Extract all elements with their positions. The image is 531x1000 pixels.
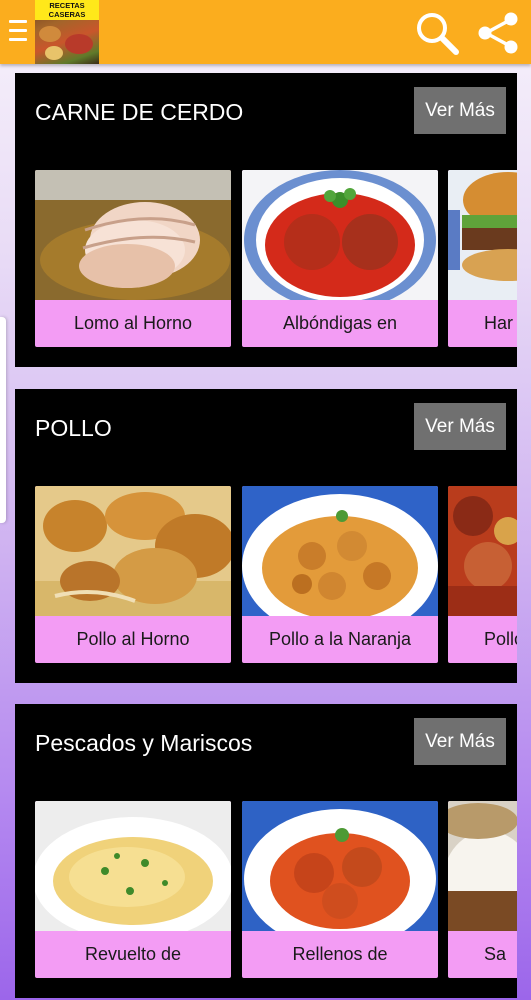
recipe-card[interactable]: Sa <box>448 801 517 978</box>
recipe-card-label: Pollo al Horno <box>76 629 190 649</box>
app-bar: RECETAS CASERAS <box>0 0 531 64</box>
navigation-drawer-handle[interactable] <box>0 317 6 523</box>
recipe-image-chicken-dish <box>448 486 517 616</box>
recipe-image-pork-loin <box>35 170 231 300</box>
recipe-card[interactable]: Pollo <box>448 486 517 663</box>
recipe-image-stuffed-dish <box>242 801 438 931</box>
recipe-card-label: Sa <box>484 944 507 964</box>
recipe-image-orange-chicken <box>242 486 438 616</box>
ver-mas-button[interactable]: Ver Más <box>414 403 506 450</box>
section-title: CARNE DE CERDO <box>35 99 244 125</box>
section-title: POLLO <box>35 415 112 441</box>
recipe-card-label: Pollo a la Naranja <box>268 629 412 649</box>
category-section-pescados-y-mariscos: Pescados y Mariscos Ver Más Revuelto de … <box>15 704 517 998</box>
app-logo: RECETAS CASERAS <box>35 0 99 64</box>
recipe-card[interactable]: Har <box>448 170 517 347</box>
hamburger-menu-icon[interactable] <box>9 20 27 44</box>
search-icon[interactable] <box>414 10 460 56</box>
recipe-card[interactable]: Pollo al Horno <box>35 486 231 663</box>
share-icon[interactable] <box>476 10 522 56</box>
recipe-card[interactable]: Lomo al Horno <box>35 170 231 347</box>
recipe-card[interactable]: Revuelto de <box>35 801 231 978</box>
recipe-image-burger <box>448 170 517 300</box>
recipe-card-label: Lomo al Horno <box>73 313 193 333</box>
recipe-card-label: Albóndigas en <box>282 313 398 333</box>
ver-mas-button[interactable]: Ver Más <box>414 87 506 134</box>
recipe-card-label: Pollo <box>484 629 517 649</box>
category-section-pollo: POLLO Ver Más Pollo al Horno Pollo a la <box>15 389 517 683</box>
recipe-card[interactable]: Pollo a la Naranja <box>242 486 438 663</box>
section-title: Pescados y Mariscos <box>35 730 253 756</box>
recipe-image-roast-chicken <box>35 486 231 616</box>
recipe-image-scrambled-eggs <box>35 801 231 931</box>
recipe-card[interactable]: Albóndigas en <box>242 170 438 347</box>
logo-text: RECETAS CASERAS <box>35 0 99 20</box>
category-section-carne-de-cerdo: CARNE DE CERDO Ver Más Lomo al Horno Alb <box>15 73 517 367</box>
recipe-image-fish-dish <box>448 801 517 931</box>
recipe-card[interactable]: Rellenos de <box>242 801 438 978</box>
recipe-card-label: Rellenos de <box>292 944 388 964</box>
recipe-card-label: Har <box>484 313 514 333</box>
ver-mas-button[interactable]: Ver Más <box>414 718 506 765</box>
recipe-image-meatballs <box>242 170 438 300</box>
recipe-card-label: Revuelto de <box>84 944 182 964</box>
